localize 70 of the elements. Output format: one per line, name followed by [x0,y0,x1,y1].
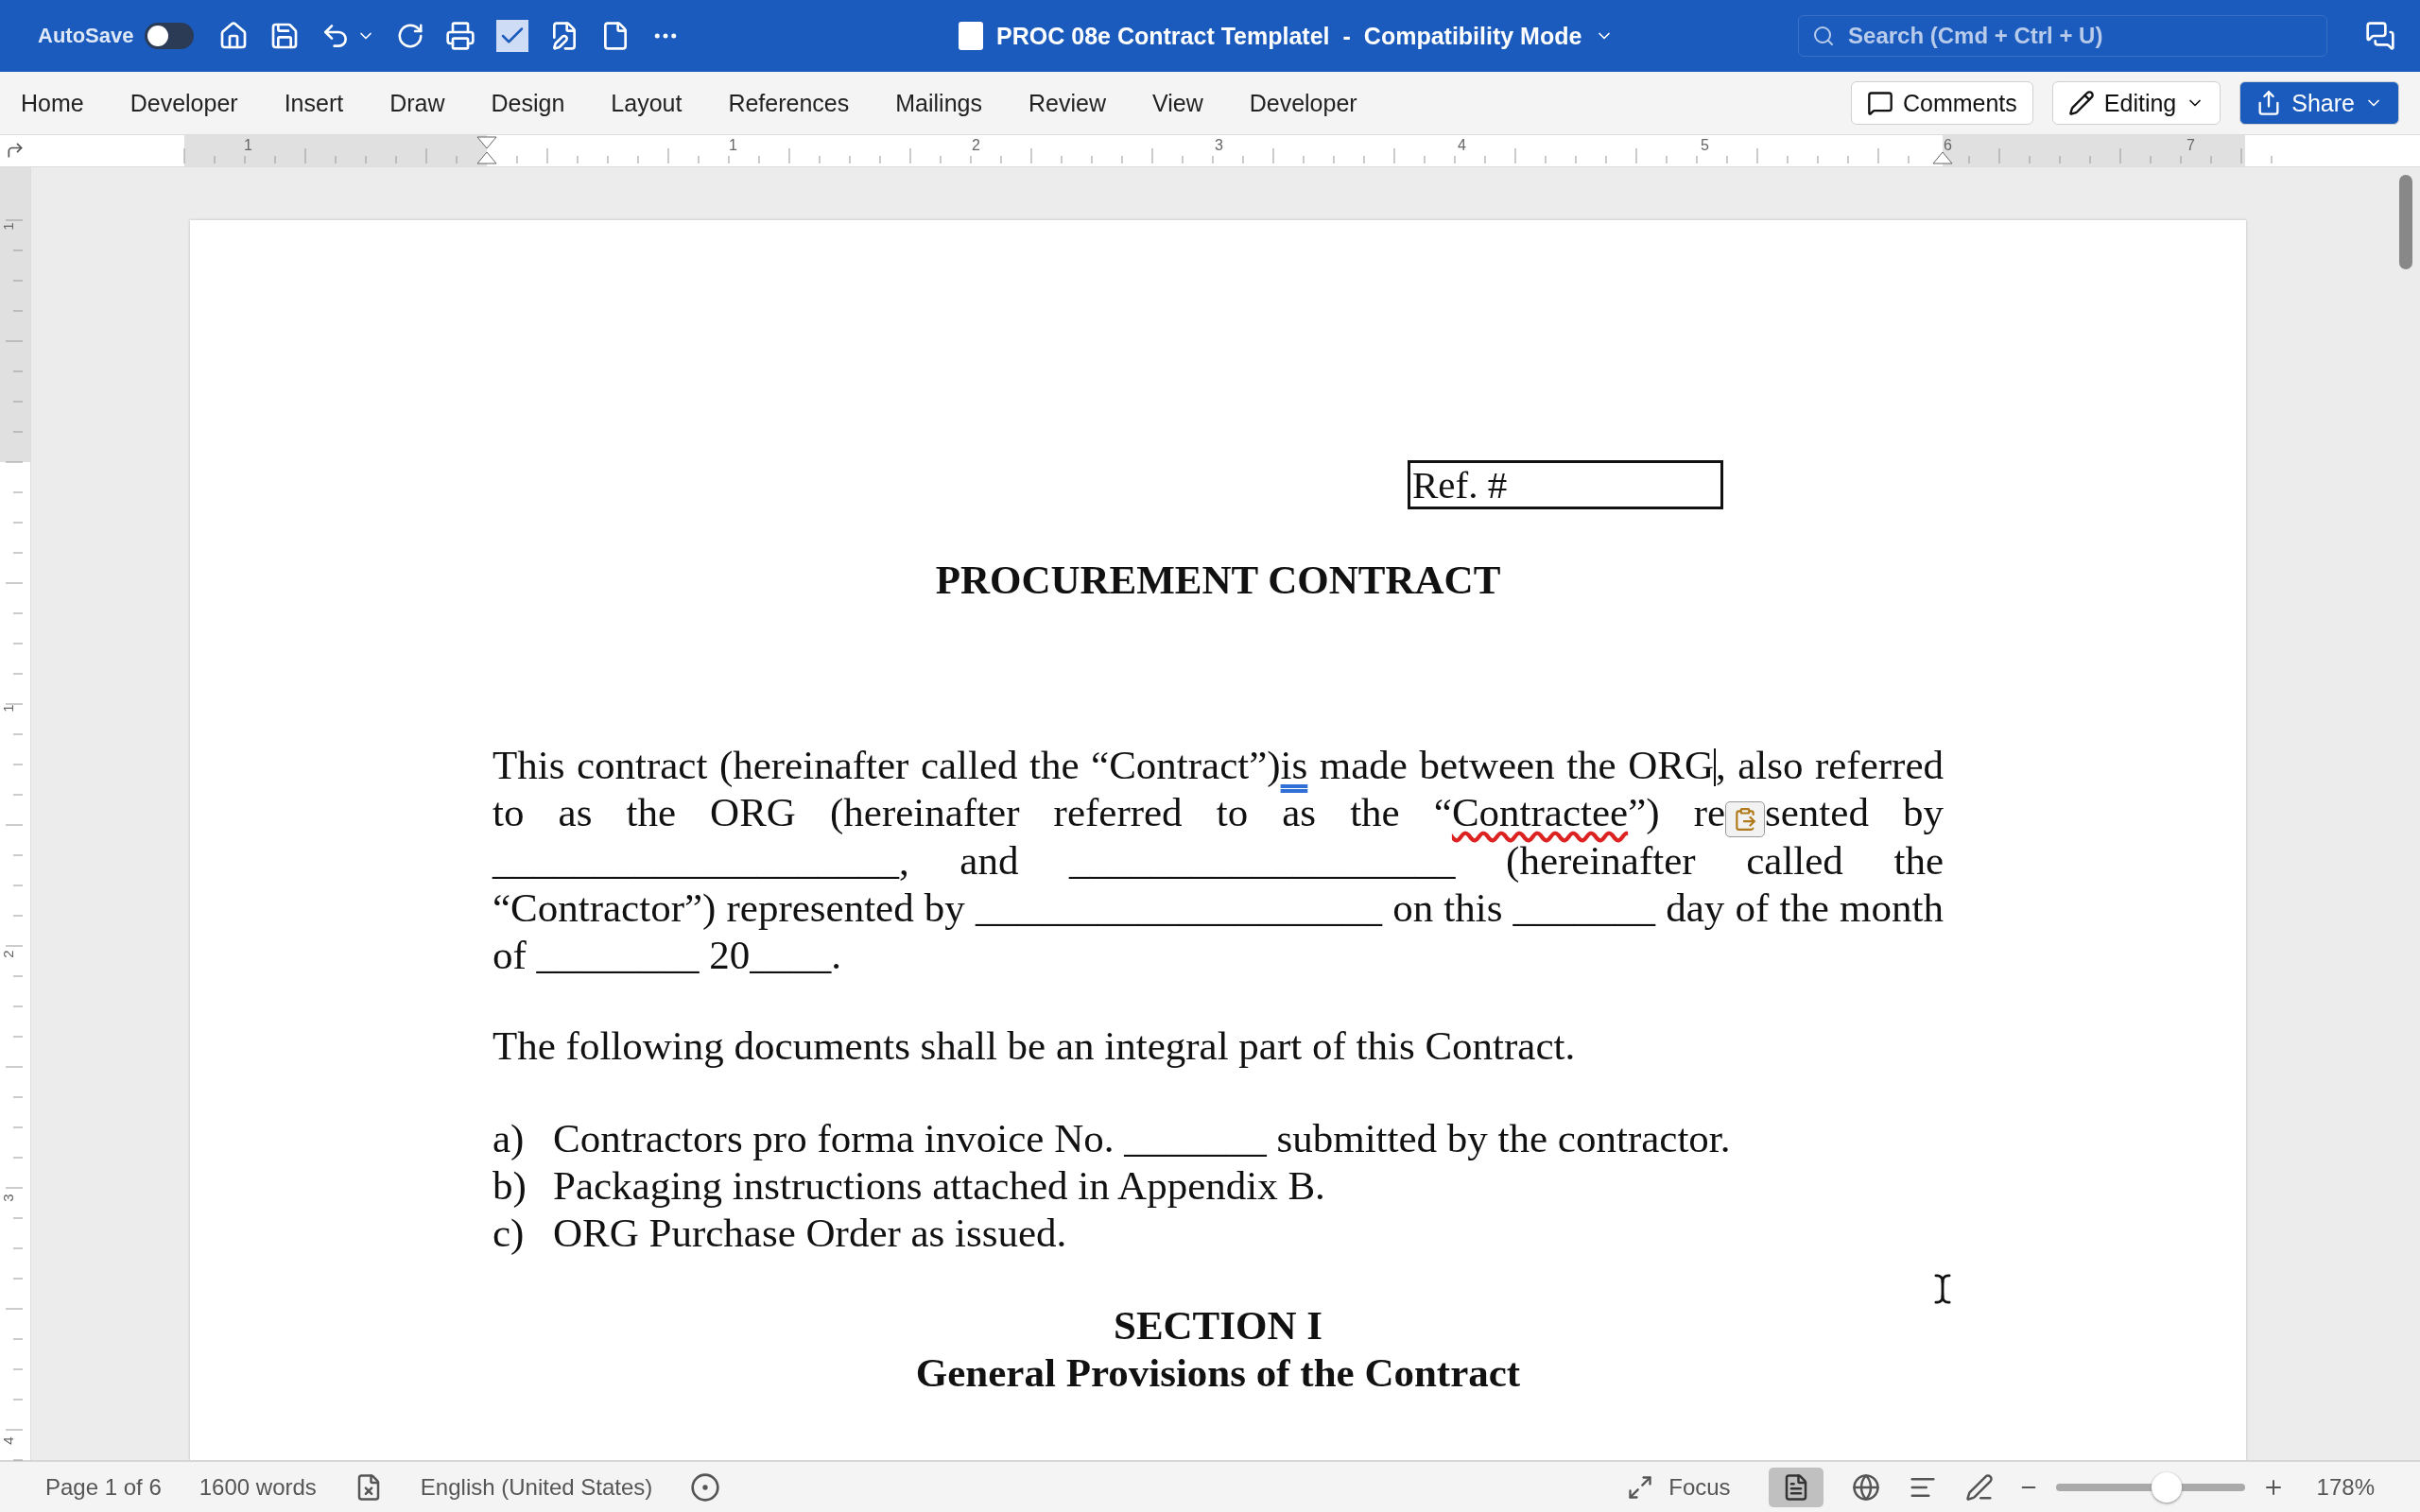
print-layout-button[interactable] [1768,1467,1824,1507]
draft-pen-icon[interactable] [1964,1472,1994,1502]
ribbon-tab[interactable]: Design [491,89,565,117]
title-separator: - [1342,22,1351,50]
list-item-text: Packaging instructions attached in Appendix B. [553,1162,1325,1210]
editing-button[interactable]: Editing [2051,81,2221,125]
ruler-number: 6 [1944,137,1952,154]
list-item-text: Contractors pro forma invoice No. _______ submitted by the contractor. [553,1115,1731,1162]
scrollbar-thumb[interactable] [2399,175,2412,269]
ribbon-tab[interactable]: Insert [284,89,344,117]
autosave-label: AutoSave [38,24,134,48]
zoom-level[interactable]: 178% [2316,1473,2375,1501]
list-marker: b) [493,1162,527,1210]
text-cursor [1713,748,1716,786]
record-icon[interactable] [690,1471,721,1503]
ruler-number: 4 [1458,137,1466,154]
search-icon [1812,24,1836,48]
reference-field[interactable]: Ref. # [1408,460,1723,509]
compatibility-mode-label[interactable]: Compatibility Mode [1363,22,1582,50]
pencil-icon [2067,90,2095,116]
ruler-number: 2 [0,950,16,958]
ruler-number: 3 [0,1194,16,1202]
section-heading: SECTION I [1112,1302,1323,1349]
share-button[interactable]: Share [2239,81,2399,125]
autosave-toggle[interactable] [145,23,195,49]
search-input[interactable]: Search (Cmd + Ctrl + U) [1846,22,2313,50]
ruler-number: 1 [0,222,16,231]
comment-icon [1866,90,1893,116]
print-icon[interactable] [445,21,476,51]
language-label[interactable]: English (United States) [420,1473,653,1501]
clipboard-icon [1733,807,1758,832]
list-marker: a) [493,1115,526,1162]
tab-stop-icon[interactable] [6,141,25,160]
redo-icon[interactable] [396,22,425,50]
ribbon-tab[interactable]: Draw [389,89,445,117]
paste-options-button[interactable] [1725,801,1766,837]
ruler-number: 3 [1215,137,1223,154]
ruler-number: 7 [2187,137,2195,154]
ribbon-tab[interactable]: View [1151,89,1203,117]
ribbon-tab[interactable]: Mailings [895,89,982,117]
ruler-number: 1 [244,137,252,154]
document-icon [959,22,984,50]
section-title: General Provisions of the Contract [914,1349,1522,1397]
ruler-number: 5 [1701,137,1709,154]
comments-button[interactable]: Comments [1850,81,2033,125]
checkmark-icon[interactable] [496,20,529,52]
list-item-text: ORG Purchase Order as issued. [553,1210,1067,1257]
document-title: PROC 08e Contract Templatel [996,22,1330,50]
ribbon-tab[interactable]: References [728,89,850,117]
ruler-number: 1 [0,704,16,713]
ribbon-tab[interactable]: Home [21,89,84,117]
ribbon-tab[interactable]: Layout [611,89,683,117]
document-title: PROCUREMENT CONTRACT [934,557,1502,604]
collaborate-icon[interactable] [2365,21,2395,51]
ribbon-tab[interactable]: Developer [1249,89,1357,117]
focus-label[interactable]: Focus [1668,1473,1731,1501]
ruler-number: 1 [729,137,737,154]
word-count[interactable]: 1600 words [199,1473,317,1501]
focus-icon[interactable] [1627,1473,1654,1501]
globe-icon[interactable] [1851,1472,1880,1502]
ruler-number: 4 [0,1436,16,1445]
list-marker: c) [493,1210,526,1257]
ribbon-tab[interactable]: Developer [130,89,238,117]
contract-paragraph: This contract (hereinafter called the “Contract”)is made between the ORG, also referred to as the ORG (hereinafter referred to as the “Contractee”) re sented by ____________________, and ___________________ (hereinafter called the “Contractor”) represented by ____________________ on this _______ day of the month of ________ 20____. [493,742,1944,979]
ribbon-tab[interactable]: Review [1028,89,1106,117]
search-field[interactable]: Search (Cmd + Ctrl + U) [1798,15,2327,57]
paragraph: The following documents shall be an integral part of this Contract. [493,1022,1577,1070]
ruler-number: 2 [972,137,980,154]
zoom-slider-thumb[interactable] [2151,1471,2182,1503]
page-count[interactable]: Page 1 of 6 [45,1473,162,1501]
